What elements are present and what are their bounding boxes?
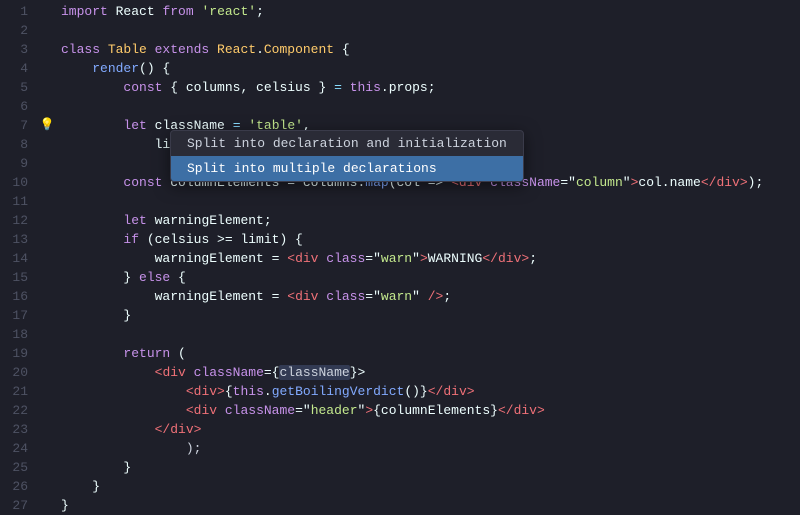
line-number-3: 3	[0, 40, 38, 59]
line-number-12: 12	[0, 211, 38, 230]
line-content-4: render() {	[56, 59, 800, 78]
lightbulb-icon: 💡	[40, 116, 55, 135]
line-number-25: 25	[0, 458, 38, 477]
gutter-7[interactable]: 💡	[38, 116, 56, 135]
line-number-26: 26	[0, 477, 38, 496]
line-content-21: <div>{this.getBoilingVerdict()}</div>	[56, 382, 800, 401]
line-number-1: 1	[0, 2, 38, 21]
code-line-17: 17 }	[0, 306, 800, 325]
code-line-23: 23 </div>	[0, 420, 800, 439]
line-content-23: </div>	[56, 420, 800, 439]
code-line-1: 1 import React from 'react';	[0, 2, 800, 21]
code-line-13: 13 if (celsius >= limit) {	[0, 230, 800, 249]
code-line-15: 15 } else {	[0, 268, 800, 287]
code-line-16: 16 warningElement = <div class="warn" />…	[0, 287, 800, 306]
popup-item-2-label: Split into multiple declarations	[187, 161, 437, 176]
line-number-18: 18	[0, 325, 38, 344]
line-content-22: <div className="header">{columnElements}…	[56, 401, 800, 420]
line-number-6: 6	[0, 97, 38, 116]
line-content-1: import React from 'react';	[56, 2, 800, 21]
line-number-5: 5	[0, 78, 38, 97]
line-content-19: return (	[56, 344, 800, 363]
code-line-5: 5 const { columns, celsius } = this.prop…	[0, 78, 800, 97]
code-line-18: 18	[0, 325, 800, 344]
line-number-27: 27	[0, 496, 38, 515]
code-line-26: 26 }	[0, 477, 800, 496]
code-editor: 1 import React from 'react'; 2 3 class T…	[0, 0, 800, 500]
line-number-17: 17	[0, 306, 38, 325]
code-line-14: 14 warningElement = <div class="warn">WA…	[0, 249, 800, 268]
line-content-11	[56, 192, 800, 211]
popup-item-1-label: Split into declaration and initializatio…	[187, 136, 507, 151]
line-number-14: 14	[0, 249, 38, 268]
line-content-5: const { columns, celsius } = this.props;	[56, 78, 800, 97]
code-line-19: 19 return (	[0, 344, 800, 363]
popup-item-1[interactable]: Split into declaration and initializatio…	[171, 131, 523, 156]
line-content-26: }	[56, 477, 800, 496]
line-number-23: 23	[0, 420, 38, 439]
line-content-20: <div className={className}>	[56, 363, 800, 382]
line-number-24: 24	[0, 439, 38, 458]
line-content-12: let warningElement;	[56, 211, 800, 230]
code-line-20: 20 <div className={className}>	[0, 363, 800, 382]
code-line-11: 11	[0, 192, 800, 211]
line-number-9: 9	[0, 154, 38, 173]
line-number-22: 22	[0, 401, 38, 420]
code-line-3: 3 class Table extends React.Component {	[0, 40, 800, 59]
line-number-21: 21	[0, 382, 38, 401]
line-content-25: }	[56, 458, 800, 477]
line-number-19: 19	[0, 344, 38, 363]
code-line-4: 4 render() {	[0, 59, 800, 78]
line-number-10: 10	[0, 173, 38, 192]
line-number-8: 8	[0, 135, 38, 154]
line-number-13: 13	[0, 230, 38, 249]
line-content-15: } else {	[56, 268, 800, 287]
context-menu: Split into declaration and initializatio…	[170, 130, 524, 182]
code-line-21: 21 <div>{this.getBoilingVerdict()}</div>	[0, 382, 800, 401]
line-content-2	[56, 21, 800, 40]
line-number-2: 2	[0, 21, 38, 40]
code-line-27: 27 }	[0, 496, 800, 515]
line-number-16: 16	[0, 287, 38, 306]
code-line-6: 6	[0, 97, 800, 116]
line-number-4: 4	[0, 59, 38, 78]
line-content-16: warningElement = <div class="warn" />;	[56, 287, 800, 306]
line-content-3: class Table extends React.Component {	[56, 40, 800, 59]
line-number-11: 11	[0, 192, 38, 211]
line-number-15: 15	[0, 268, 38, 287]
line-content-6	[56, 97, 800, 116]
line-content-13: if (celsius >= limit) {	[56, 230, 800, 249]
code-line-12: 12 let warningElement;	[0, 211, 800, 230]
line-content-14: warningElement = <div class="warn">WARNI…	[56, 249, 800, 268]
line-content-17: }	[56, 306, 800, 325]
line-number-7: 7	[0, 116, 38, 135]
code-line-25: 25 }	[0, 458, 800, 477]
line-content-18	[56, 325, 800, 344]
code-line-2: 2	[0, 21, 800, 40]
line-content-27: }	[56, 496, 800, 515]
line-content-24: );	[56, 439, 800, 458]
line-number-20: 20	[0, 363, 38, 382]
code-line-24: 24 );	[0, 439, 800, 458]
popup-item-2[interactable]: Split into multiple declarations	[171, 156, 523, 181]
code-line-22: 22 <div className="header">{columnElemen…	[0, 401, 800, 420]
